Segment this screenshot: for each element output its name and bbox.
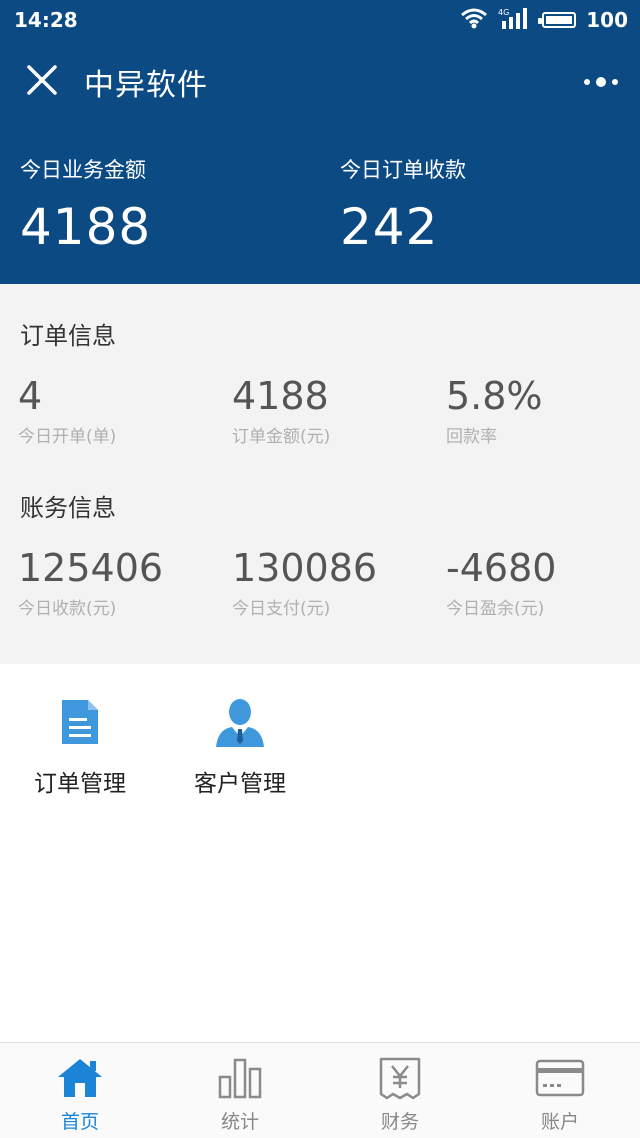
- tab-finance[interactable]: 财务: [320, 1043, 480, 1138]
- home-icon: [55, 1053, 105, 1103]
- tab-account[interactable]: 账户: [480, 1043, 640, 1138]
- bottom-tab-bar: 首页 统计 财务 账户: [0, 1042, 640, 1138]
- today-order-receipts: 今日订单收款 242: [340, 154, 466, 256]
- menu-label: 订单管理: [34, 771, 126, 797]
- tab-label: 统计: [220, 1111, 259, 1133]
- page-title: 中异软件: [84, 68, 208, 103]
- battery-level: 100: [586, 8, 628, 32]
- status-indicators: 4G 100: [460, 7, 628, 33]
- menu-item-customer-management[interactable]: 客户管理: [160, 692, 320, 798]
- stat-label: 今日支付(元): [232, 599, 331, 619]
- stat-value: 130086: [232, 546, 378, 590]
- stat-value: 5.8%: [446, 374, 543, 418]
- summary-hero: 今日业务金额 4188 今日订单收款 242: [0, 124, 640, 284]
- svg-text:4G: 4G: [498, 8, 509, 17]
- wifi-icon: [460, 7, 488, 33]
- more-icon: [584, 79, 590, 85]
- tab-label: 账户: [540, 1111, 579, 1133]
- stat-order-amount: 4188 订单金额(元): [232, 374, 432, 447]
- stat-label: 今日收款(元): [18, 599, 117, 619]
- tab-label: 财务: [380, 1111, 419, 1133]
- document-icon: [50, 692, 110, 752]
- stat-collection-rate: 5.8% 回款率: [446, 374, 640, 447]
- battery-icon: [538, 12, 577, 28]
- stat-label: 今日盈余(元): [446, 599, 545, 619]
- info-panel: 订单信息 4 今日开单(单) 4188 订单金额(元) 5.8% 回款率 账务信…: [0, 284, 640, 664]
- app-screen: 14:28 4G 100 中异软件 今日业务金额 4188 今日订单收款 242…: [0, 0, 640, 1138]
- card-icon: [535, 1053, 585, 1103]
- hero-value: 4188: [20, 198, 152, 256]
- bar-chart-icon: [215, 1053, 265, 1103]
- stat-label: 回款率: [446, 427, 497, 447]
- hero-label: 今日订单收款: [340, 158, 466, 182]
- today-business-amount: 今日业务金额 4188: [20, 154, 151, 256]
- stat-today-orders: 4 今日开单(单): [18, 374, 218, 447]
- stat-today-receipts: 125406 今日收款(元): [18, 546, 218, 619]
- stat-value: 4: [18, 374, 43, 418]
- hero-label: 今日业务金额: [20, 158, 146, 182]
- hero-value: 242: [340, 198, 439, 256]
- status-time: 14:28: [14, 8, 78, 32]
- yen-receipt-icon: [375, 1053, 425, 1103]
- stat-value: 125406: [18, 546, 164, 590]
- close-icon: [26, 64, 58, 100]
- tab-home[interactable]: 首页: [0, 1043, 160, 1138]
- tab-statistics[interactable]: 统计: [160, 1043, 320, 1138]
- cellular-signal-icon: 4G: [498, 7, 532, 33]
- person-icon: [210, 692, 270, 752]
- status-bar: 14:28 4G 100: [0, 0, 640, 40]
- stat-today-payments: 130086 今日支付(元): [232, 546, 432, 619]
- tab-label: 首页: [60, 1111, 99, 1133]
- close-button[interactable]: [0, 40, 84, 124]
- finance-info-title: 账务信息: [20, 494, 116, 522]
- title-bar: 中异软件: [0, 40, 640, 124]
- stat-label: 订单金额(元): [232, 427, 331, 447]
- stat-today-surplus: -4680 今日盈余(元): [446, 546, 640, 619]
- stat-value: 4188: [232, 374, 329, 418]
- more-button[interactable]: [576, 62, 626, 102]
- order-info-title: 订单信息: [20, 322, 116, 350]
- stat-label: 今日开单(单): [18, 427, 117, 447]
- stat-value: -4680: [446, 546, 557, 590]
- menu-label: 客户管理: [194, 771, 286, 797]
- menu-item-order-management[interactable]: 订单管理: [0, 692, 160, 798]
